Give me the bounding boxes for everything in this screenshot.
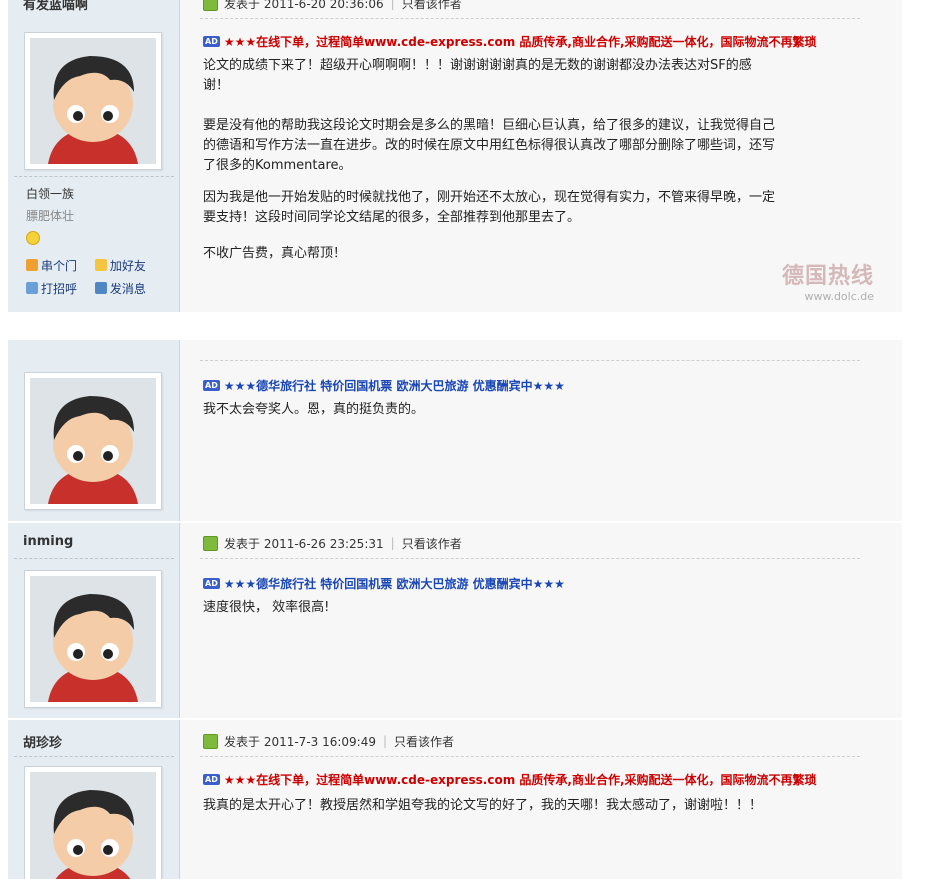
add-friend-icon xyxy=(94,259,107,271)
ad-badge-icon: AD xyxy=(203,36,220,47)
site-watermark: 德国热线 www.dolc.de xyxy=(782,258,874,303)
post4-date: 发表于 2011-7-3 16:09:49 xyxy=(224,734,376,749)
post4-avatar[interactable] xyxy=(24,766,162,879)
post1-sidebar-divider xyxy=(14,176,174,177)
greet-link[interactable]: 打招呼 xyxy=(26,282,77,296)
ad-badge-icon: AD xyxy=(203,380,220,391)
post1-user-links-row1: 串个门 加好友 xyxy=(26,257,146,274)
post4-header-divider xyxy=(200,756,860,757)
post1-user-rank: 膘肥体壮 xyxy=(26,209,75,223)
post3-header: 发表于 2011-6-26 23:25:31 | 只看该作者 xyxy=(203,534,462,552)
post1-p1a: 论文的成绩下来了！超级开心啊啊啊！！！谢谢谢谢谢真的是无数的谢谢都没办法表达对S… xyxy=(203,58,752,73)
visit-link[interactable]: 串个门 xyxy=(26,259,77,273)
post4-header: 发表于 2011-7-3 16:09:49 | 只看该作者 xyxy=(203,732,454,750)
header-separator: | xyxy=(383,734,388,748)
post1-view-author-link[interactable]: 只看该作者 xyxy=(402,0,462,12)
avatar-image xyxy=(30,378,156,504)
post1-body: 论文的成绩下来了！超级开心啊啊啊！！！谢谢谢谢谢真的是无数的谢谢都没办法表达对S… xyxy=(203,56,863,264)
post1-p3a: 因为我是他一开始发贴的时候就找他了，刚开始还不太放心，现在觉得有实力，不管来得早… xyxy=(203,190,776,205)
post-status-icon xyxy=(203,733,218,749)
post1-ad-link[interactable]: AD ★★★在线下单，过程简单www.cde-express.com 品质传承,… xyxy=(203,33,893,50)
post-status-icon xyxy=(203,0,218,11)
post1-user-title: 白领一族 xyxy=(26,187,75,201)
post1-avatar[interactable] xyxy=(24,32,162,170)
post4-body: 我真的是太开心了！教授居然和学姐夸我的论文写的好了，我的天哪！我太感动了，谢谢啦… xyxy=(203,798,763,813)
add-friend-link[interactable]: 加好友 xyxy=(94,259,146,273)
post1-header: 发表于 2011-6-20 20:36:06 | 只看该作者 xyxy=(203,0,462,12)
post4-ad-link[interactable]: AD ★★★在线下单，过程简单www.cde-express.com 品质传承,… xyxy=(203,771,893,788)
post2-body: 我不太会夸奖人。恩，真的挺负责的。 xyxy=(203,402,425,417)
post1-p2b: 的德语和写作方法一直在进步。改的时候在原文中用红色标得很认真改了哪部分删除了哪些… xyxy=(203,138,776,153)
post3-body: 速度很快， 效率很高! xyxy=(203,600,330,615)
post1-header-divider xyxy=(200,18,860,19)
smiley-icon xyxy=(26,231,40,245)
post1-p2c: 了很多的Kommentare。 xyxy=(203,158,352,173)
header-separator: | xyxy=(390,0,395,10)
post4-view-author-link[interactable]: 只看该作者 xyxy=(394,733,454,750)
post3-header-divider xyxy=(200,558,860,559)
greet-icon xyxy=(26,282,38,294)
post1-username[interactable]: 有发蓝喵啊 xyxy=(23,0,88,13)
avatar-image xyxy=(30,772,156,879)
mail-icon xyxy=(94,282,107,294)
post1-p1b: 谢！ xyxy=(203,78,230,93)
post4-sidebar-divider xyxy=(14,756,174,757)
post-separator xyxy=(8,718,902,720)
post3-ad-link[interactable]: AD ★★★德华旅行社 特价回国机票 欧洲大巴旅游 优惠酬宾中★★★ xyxy=(203,575,565,592)
post-status-icon xyxy=(203,535,218,551)
post3-view-author-link[interactable]: 只看该作者 xyxy=(402,535,462,552)
header-separator: | xyxy=(390,536,395,550)
post4-username[interactable]: 胡珍珍 xyxy=(23,732,62,751)
message-link[interactable]: 发消息 xyxy=(94,282,146,296)
post1-p4: 不收广告费，真心帮顶！ xyxy=(203,246,347,261)
post-separator xyxy=(8,521,902,523)
watermark-logo-text: 德国热线 xyxy=(782,264,875,289)
post3-date: 发表于 2011-6-26 23:25:31 xyxy=(224,536,384,551)
post3-username[interactable]: inming xyxy=(23,534,73,549)
post1-p2a: 要是没有他的帮助我这段论文时期会是多么的黑暗！巨细心巨认真，给了很多的建议，让我… xyxy=(203,118,776,133)
ad-badge-icon: AD xyxy=(203,774,220,785)
avatar-image xyxy=(30,576,156,702)
post1-user-links-row2: 打招呼 发消息 xyxy=(26,280,146,297)
watermark-url: www.dolc.de xyxy=(804,290,875,303)
post2-header-divider xyxy=(200,360,860,361)
home-icon xyxy=(26,259,38,271)
avatar-image xyxy=(30,38,156,164)
post2-avatar[interactable] xyxy=(24,372,162,510)
post3-avatar[interactable] xyxy=(24,570,162,708)
post2-ad-link[interactable]: AD ★★★德华旅行社 特价回国机票 欧洲大巴旅游 优惠酬宾中★★★ xyxy=(203,377,565,394)
post1-p3b: 要支持！这段时间同学论文结尾的很多，全部推荐到他那里去了。 xyxy=(203,210,581,225)
post1-date: 发表于 2011-6-20 20:36:06 xyxy=(224,0,384,11)
post3-sidebar-divider xyxy=(14,558,174,559)
ad-badge-icon: AD xyxy=(203,578,220,589)
